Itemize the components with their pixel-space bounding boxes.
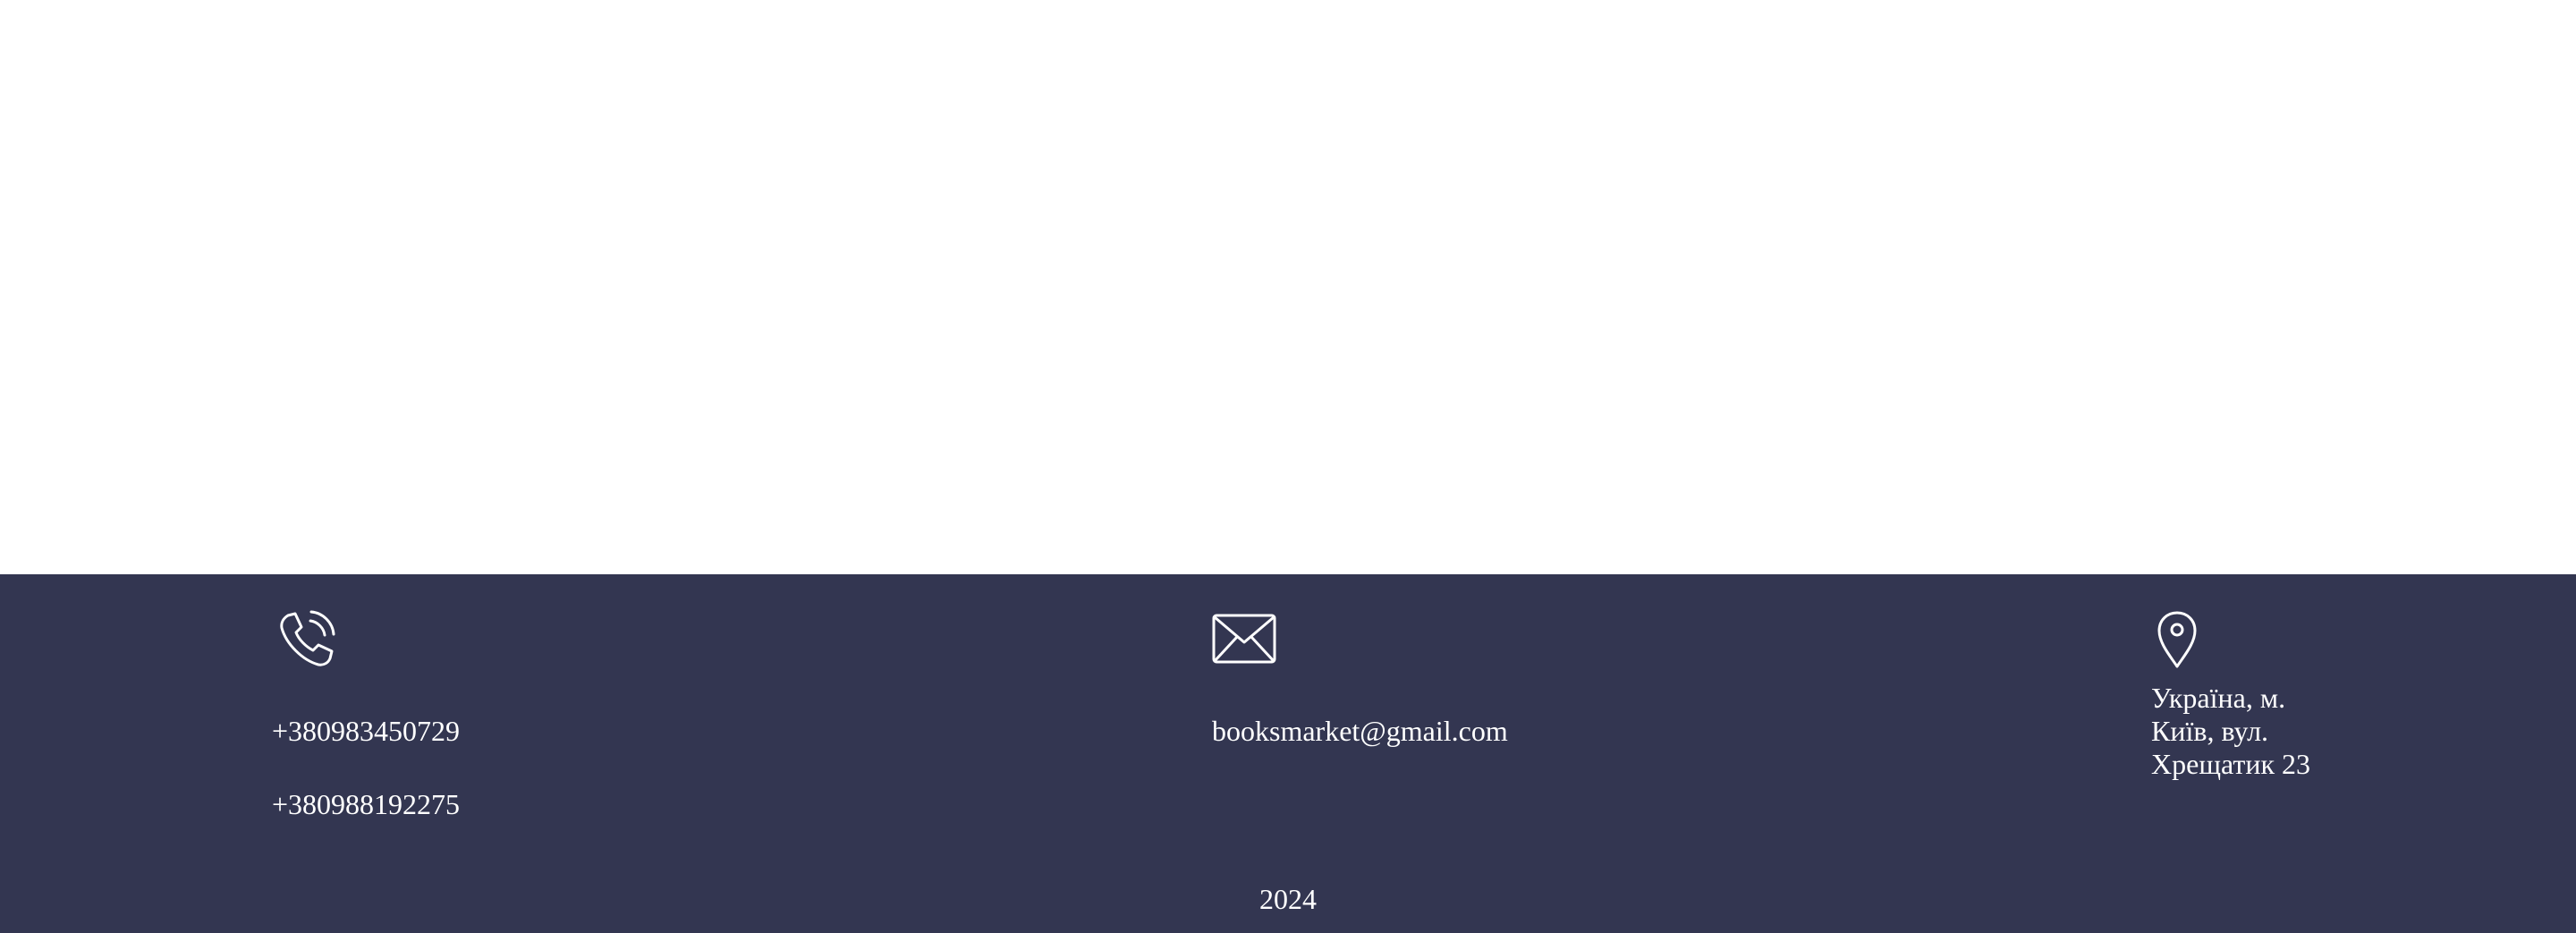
phone-icon — [280, 610, 335, 666]
address-text: Україна, м. Київ, вул. Хрещатик 23 — [2151, 682, 2310, 780]
site-footer: +380983450729 +380988192275 booksmarket@… — [0, 574, 2576, 933]
envelope-icon — [1212, 614, 1276, 664]
page: +380983450729 +380988192275 booksmarket@… — [0, 0, 2576, 933]
copyright-year: 2024 — [1259, 883, 1317, 915]
phone-number-link[interactable]: +380988192275 — [272, 788, 460, 821]
map-pin-icon — [2157, 611, 2197, 668]
phone-number-link[interactable]: +380983450729 — [272, 715, 460, 748]
email-link[interactable]: booksmarket@gmail.com — [1212, 715, 1508, 748]
main-content-area — [0, 0, 2576, 574]
